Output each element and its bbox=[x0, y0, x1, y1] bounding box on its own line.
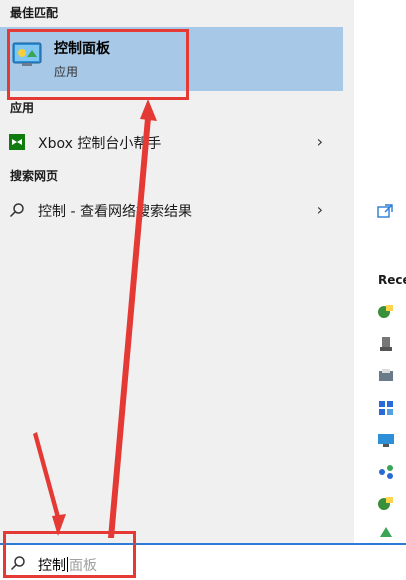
display-icon[interactable] bbox=[377, 431, 395, 449]
section-best-match: 最佳匹配 bbox=[10, 6, 59, 20]
recovery-icon[interactable] bbox=[377, 525, 395, 543]
best-match-subtitle: 应用 bbox=[54, 65, 79, 79]
search-input[interactable]: 控制 面板 bbox=[38, 555, 97, 575]
section-apps: 应用 bbox=[10, 101, 35, 115]
app-item-xbox[interactable]: Xbox 控制台小帮手 › bbox=[0, 126, 343, 158]
text-caret bbox=[67, 557, 68, 572]
network-icon[interactable] bbox=[377, 495, 395, 513]
network-sharing-icon[interactable] bbox=[377, 399, 395, 417]
results-pane: 最佳匹配 控制面板 应用 应用 Xbox 控制台小帮手 › 搜索网页 控制 - … bbox=[0, 0, 343, 543]
app-item-label: Xbox 控制台小帮手 bbox=[38, 136, 162, 152]
search-typed-text: 控制 bbox=[38, 558, 66, 574]
search-icon bbox=[10, 556, 25, 571]
best-match-title: 控制面板 bbox=[54, 41, 110, 57]
recent-heading: Rece bbox=[378, 273, 406, 287]
xbox-icon bbox=[9, 134, 25, 150]
control-panel-icon bbox=[12, 42, 42, 66]
printer-icon[interactable] bbox=[377, 367, 395, 385]
section-web: 搜索网页 bbox=[10, 169, 59, 183]
homegroup-icon[interactable] bbox=[377, 463, 395, 481]
search-icon bbox=[9, 203, 24, 218]
search-box[interactable]: 控制 面板 bbox=[0, 543, 406, 580]
web-item-label: 控制 - 查看网络搜索结果 bbox=[38, 204, 192, 220]
network-icon[interactable] bbox=[377, 303, 395, 321]
web-item-search[interactable]: 控制 - 查看网络搜索结果 › bbox=[0, 194, 343, 226]
pane-divider bbox=[343, 0, 354, 543]
chevron-right-icon[interactable]: › bbox=[317, 200, 323, 219]
open-window-icon[interactable] bbox=[377, 204, 393, 218]
chevron-right-icon[interactable]: › bbox=[317, 132, 323, 151]
preview-pane bbox=[354, 0, 406, 543]
best-match-control-panel[interactable]: 控制面板 应用 bbox=[0, 27, 343, 91]
search-suggestion: 面板 bbox=[69, 558, 97, 574]
device-icon[interactable] bbox=[377, 335, 395, 353]
